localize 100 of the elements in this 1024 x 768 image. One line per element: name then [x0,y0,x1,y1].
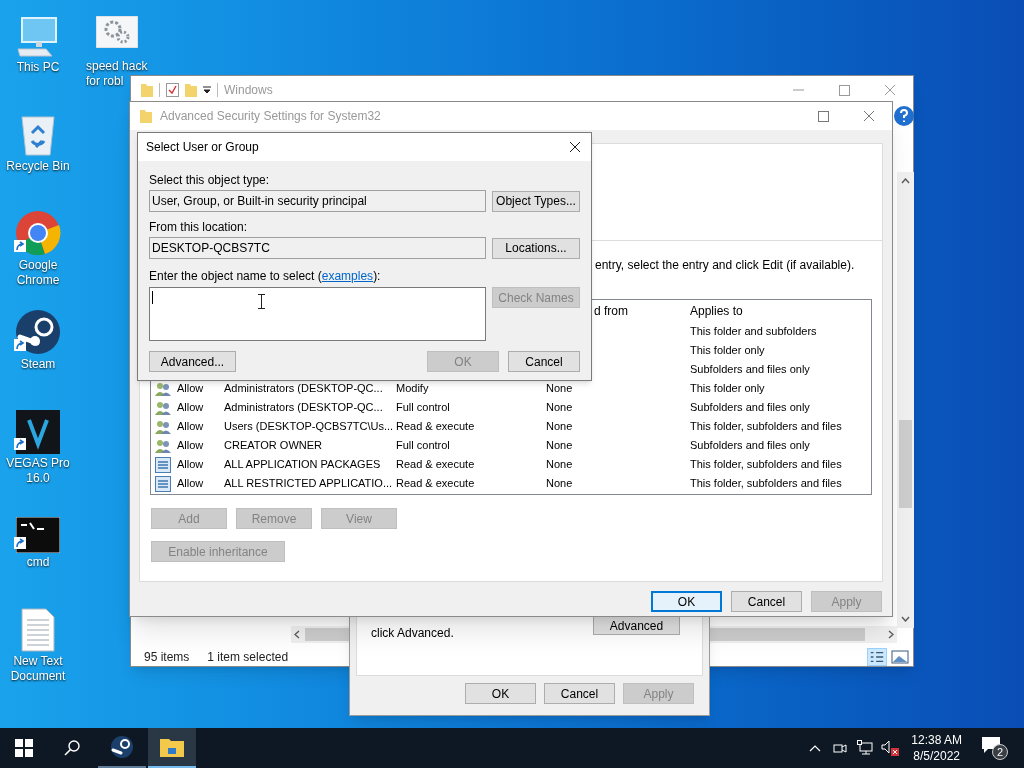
table-cell-text: Allow [177,476,204,492]
computer-icon [16,16,60,58]
large-icons-view-icon[interactable] [891,650,909,664]
table-cell-text: Allow [177,400,204,416]
browser-icon [15,210,61,256]
table-cell: This folder, subfolders and files [690,477,842,490]
desktop-icon-label[interactable]: Google Chrome [0,258,76,288]
scroll-right-icon[interactable] [888,630,894,639]
folder-icon [140,109,152,123]
vertical-scrollbar[interactable] [897,172,914,628]
selection-count: 1 item selected [207,649,289,666]
scroll-up-icon[interactable] [901,178,910,184]
cancel-button[interactable]: Cancel [508,351,580,372]
taskbar-app[interactable] [148,728,196,768]
scrollbar-thumb[interactable] [899,420,912,508]
table-cell: This folder and subfolders [690,325,817,338]
folder-icon [185,83,197,97]
instruction-text: entry, select the entry and click Edit (if available). [594,258,856,272]
window-title: Windows [224,82,273,99]
app-package-icon [155,475,171,492]
dialog-title: Select User or Group [146,139,259,156]
table-cell: This folder, subfolders and files [690,420,842,433]
document-icon [21,608,55,652]
maximize-icon[interactable] [838,84,850,96]
gears-icon [96,16,138,48]
examples-link[interactable]: examples [321,269,374,283]
object-type-field[interactable]: User, Group, or Built-in security principal [149,190,486,212]
desktop-icon-label[interactable]: VEGAS Pro 16.0 [0,456,76,486]
item-count: 95 items [144,649,190,666]
users-icon [155,437,171,454]
search-icon[interactable] [64,740,80,756]
table-cell: None [546,439,573,452]
table-cell: This folder only [690,382,765,395]
table-cell: None [546,382,573,395]
locations-button[interactable]: Locations... [492,237,580,259]
object-types-button[interactable]: Object Types... [492,190,580,212]
table-cell: Administrators (DESKTOP-QC... [224,401,383,414]
folder-icon [160,737,184,757]
table-cell: Full control [396,439,450,452]
table-cell: Users (DESKTOP-QCBS7TC\Us... [224,420,394,433]
table-cell: Read & execute [396,458,475,471]
dialog-button[interactable]: OK [651,591,722,612]
desktop-icon-label[interactable]: This PC [16,60,60,75]
clock-date[interactable]: 8/5/2022 [913,748,960,764]
desktop-icon-label[interactable]: Steam [20,357,56,372]
steam-icon [15,309,61,355]
table-cell-text: Allow [177,419,204,435]
object-type-label: Select this object type: [149,173,271,187]
column-header[interactable]: Applies to [689,302,871,320]
table-cell: Subfolders and files only [690,439,810,452]
dropdown-arrow-icon[interactable] [203,86,211,94]
dialog-button[interactable]: Cancel [544,683,615,704]
close-icon[interactable] [569,141,581,153]
volume-muted-icon[interactable] [881,740,900,756]
steam-icon [110,735,134,759]
properties-icon[interactable] [166,83,179,97]
users-icon [155,399,171,416]
users-icon [155,418,171,435]
window-title: Advanced Security Settings for System32 [160,108,381,125]
help-icon[interactable] [894,106,914,126]
table-cell-text: Allow [177,438,204,454]
table-cell: None [546,477,573,490]
table-cell: This folder, subfolders and files [690,458,842,471]
dialog-button[interactable]: OK [465,683,536,704]
chevron-up-icon[interactable] [809,744,822,752]
desktop-icon-label[interactable]: Recycle Bin [6,159,70,174]
table-cell: ALL RESTRICTED APPLICATIO... [224,477,393,490]
desktop-icon-label[interactable]: speed hack for robl [86,59,152,89]
table-cell: Subfolders and files only [690,363,810,376]
terminal-icon [16,517,60,553]
advanced-hint: click Advanced. [371,625,454,642]
advanced-button[interactable]: Advanced... [149,351,236,372]
users-icon [155,380,171,397]
desktop-icon-label[interactable]: New Text Document [0,654,76,684]
table-cell: None [546,420,573,433]
table-cell-text: Allow [177,457,204,473]
location-field[interactable]: DESKTOP-QCBS7TC [149,237,486,259]
maximize-icon[interactable] [817,110,829,122]
table-cell: Subfolders and files only [690,401,810,414]
clock-time[interactable]: 12:38 AM [911,732,962,748]
scroll-down-icon[interactable] [901,616,910,622]
location-label: From this location: [149,220,249,234]
network-icon[interactable] [857,740,874,756]
start-icon[interactable] [15,739,33,757]
column-header[interactable]: d from [594,302,689,320]
desktop-icon-label[interactable]: cmd [26,555,50,570]
table-cell: ALL APPLICATION PACKAGES [224,458,381,471]
vegas-app-icon [16,410,60,454]
details-view-icon[interactable] [867,648,887,666]
object-name-field[interactable] [149,287,486,341]
table-cell: Read & execute [396,420,475,433]
table-cell: None [546,458,573,471]
table-cell: Modify [396,382,429,395]
dialog-button[interactable]: Cancel [731,591,802,612]
table-cell: None [546,401,573,414]
table-cell: Administrators (DESKTOP-QC... [224,382,383,395]
notification-count: 2 [992,744,1008,760]
text-cursor-icon [258,294,265,309]
scroll-left-icon[interactable] [294,630,300,639]
app-package-icon [155,456,171,473]
